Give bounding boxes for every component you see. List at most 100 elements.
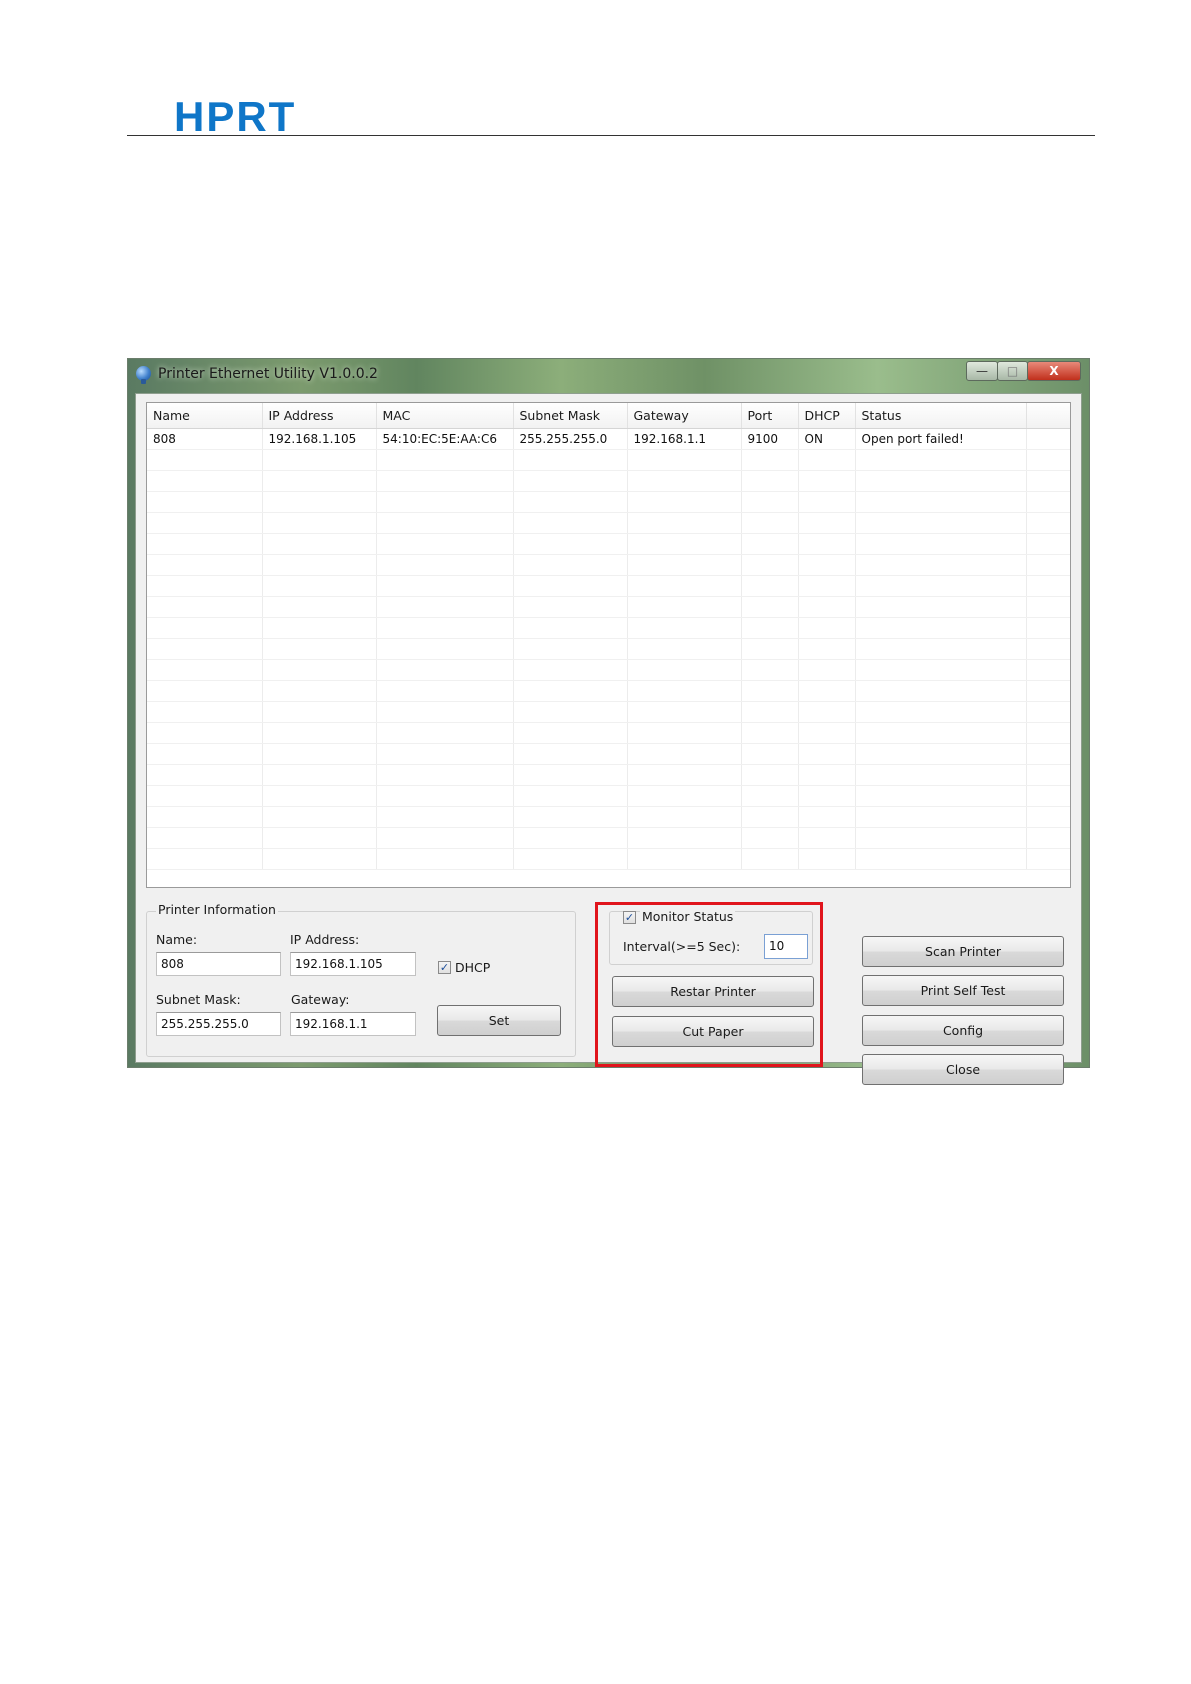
empty-table-row xyxy=(147,491,1070,513)
empty-table-row xyxy=(147,575,1070,597)
table-cell xyxy=(147,764,263,786)
empty-table-row xyxy=(147,848,1070,870)
table-cell xyxy=(513,512,628,534)
table-cell xyxy=(147,785,263,807)
table-row[interactable]: 808 192.168.1.105 54:10:EC:5E:AA:C6 255.255… xyxy=(147,428,1070,450)
ip-address-label: IP Address: xyxy=(290,932,360,947)
title-bar[interactable]: Printer Ethernet Utility V1.0.0.2 — □ X xyxy=(128,359,1089,389)
empty-table-row xyxy=(147,659,1070,681)
column-header[interactable]: IP Address xyxy=(262,403,377,429)
table-cell xyxy=(798,533,856,555)
print-self-test-button[interactable]: Print Self Test xyxy=(862,975,1064,1006)
table-cell: ON xyxy=(798,428,856,450)
table-cell xyxy=(262,617,377,639)
ip-address-field[interactable]: 192.168.1.105 xyxy=(290,952,416,976)
table-cell xyxy=(147,806,263,828)
table-cell xyxy=(798,617,856,639)
table-cell xyxy=(1026,470,1070,492)
table-cell xyxy=(627,449,742,471)
table-cell xyxy=(741,827,799,849)
empty-table-row xyxy=(147,512,1070,534)
empty-table-row xyxy=(147,617,1070,639)
empty-table-row xyxy=(147,638,1070,660)
table-cell xyxy=(262,848,377,870)
highlight-box xyxy=(595,902,823,1067)
table-cell xyxy=(627,701,742,723)
table-cell xyxy=(798,596,856,618)
table-cell xyxy=(376,533,514,555)
table-cell xyxy=(376,638,514,660)
table-cell xyxy=(1026,491,1070,513)
table-cell xyxy=(1026,512,1070,534)
table-cell xyxy=(376,806,514,828)
column-header[interactable]: DHCP xyxy=(798,403,856,429)
table-cell xyxy=(513,449,628,471)
table-cell xyxy=(855,638,1027,660)
table-cell xyxy=(513,617,628,639)
table-cell xyxy=(1026,659,1070,681)
table-cell xyxy=(513,638,628,660)
subnet-mask-label: Subnet Mask: xyxy=(156,992,241,1007)
table-cell xyxy=(513,554,628,576)
table-cell xyxy=(1026,575,1070,597)
table-cell xyxy=(513,701,628,723)
table-cell xyxy=(741,680,799,702)
empty-table-row xyxy=(147,722,1070,744)
client-area: Name IP Address MAC Subnet Mask Gateway Port D… xyxy=(135,393,1082,1085)
table-cell xyxy=(627,764,742,786)
set-button[interactable]: Set xyxy=(437,1005,561,1036)
table-cell xyxy=(262,743,377,765)
minimize-button[interactable]: — xyxy=(966,361,998,381)
column-header[interactable]: Subnet Mask xyxy=(513,403,628,429)
table-cell xyxy=(741,806,799,828)
dhcp-checkbox[interactable]: ✓ xyxy=(438,961,451,974)
table-cell xyxy=(741,575,799,597)
table-cell: 192.168.1.105 xyxy=(262,428,377,450)
table-cell xyxy=(741,491,799,513)
empty-table-row xyxy=(147,764,1070,786)
table-cell xyxy=(855,617,1027,639)
table-cell xyxy=(855,764,1027,786)
table-cell xyxy=(798,491,856,513)
table-cell xyxy=(627,533,742,555)
column-header[interactable]: Gateway xyxy=(627,403,742,429)
table-cell xyxy=(798,848,856,870)
table-cell: 9100 xyxy=(741,428,799,450)
printer-list[interactable]: Name IP Address MAC Subnet Mask Gateway Port D… xyxy=(146,402,1071,888)
maximize-button[interactable]: □ xyxy=(997,361,1028,381)
column-header[interactable]: Name xyxy=(147,403,263,429)
table-cell xyxy=(741,554,799,576)
scan-printer-button[interactable]: Scan Printer xyxy=(862,936,1064,967)
table-cell xyxy=(627,512,742,534)
table-cell xyxy=(262,533,377,555)
table-cell xyxy=(147,575,263,597)
gateway-field[interactable]: 192.168.1.1 xyxy=(290,1012,416,1036)
close-button[interactable]: Close xyxy=(862,1054,1064,1085)
config-button[interactable]: Config xyxy=(862,1015,1064,1046)
column-header[interactable]: MAC xyxy=(376,403,514,429)
column-header[interactable]: Status xyxy=(855,403,1027,429)
table-cell xyxy=(513,848,628,870)
table-cell xyxy=(147,827,263,849)
subnet-mask-field[interactable]: 255.255.255.0 xyxy=(156,1012,281,1036)
table-cell xyxy=(627,827,742,849)
name-field[interactable]: 808 xyxy=(156,952,281,976)
dhcp-label: DHCP xyxy=(455,960,491,975)
table-cell xyxy=(627,659,742,681)
table-cell xyxy=(627,575,742,597)
column-header[interactable]: Port xyxy=(741,403,799,429)
table-cell xyxy=(855,701,1027,723)
table-cell xyxy=(855,680,1027,702)
table-cell xyxy=(376,617,514,639)
table-cell xyxy=(147,596,263,618)
table-cell xyxy=(741,785,799,807)
table-cell xyxy=(1026,701,1070,723)
table-cell xyxy=(1026,449,1070,471)
table-cell xyxy=(855,491,1027,513)
table-cell xyxy=(513,743,628,765)
table-cell xyxy=(262,491,377,513)
table-cell xyxy=(798,743,856,765)
empty-table-row xyxy=(147,533,1070,555)
close-window-button[interactable]: X xyxy=(1027,361,1081,381)
table-cell xyxy=(376,491,514,513)
